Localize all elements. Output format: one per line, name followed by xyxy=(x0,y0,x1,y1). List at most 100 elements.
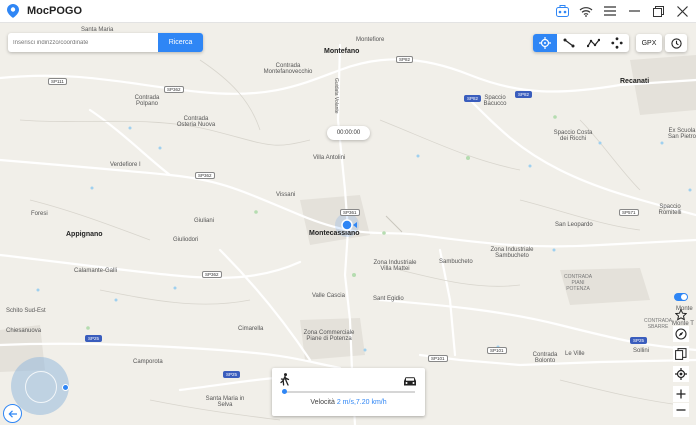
map-place-label: Giuliani xyxy=(194,218,215,224)
search-bar: Ricerca xyxy=(8,33,203,52)
map-place-label: Contrada Bolonto xyxy=(532,352,558,364)
favorite-icon xyxy=(675,309,687,321)
back-button[interactable] xyxy=(3,404,22,423)
map-place-label: Valle Cascia xyxy=(312,293,345,299)
copy-icon xyxy=(675,348,687,360)
toggle-button[interactable] xyxy=(673,291,689,303)
map-place-label: Vissani xyxy=(276,192,296,198)
joystick-icon xyxy=(611,37,623,49)
teleport-icon xyxy=(539,37,551,49)
zoom-in-icon xyxy=(676,389,686,399)
road-shield: SP101 xyxy=(487,347,507,354)
restore-icon[interactable] xyxy=(650,3,666,19)
road-shield: SP362 xyxy=(202,271,222,278)
map-place-label: Le Ville xyxy=(565,351,585,357)
map-place-label: Ex Scuola San Pietro xyxy=(667,128,696,140)
multi-spot-icon xyxy=(586,38,600,48)
joystick-direction-dot[interactable] xyxy=(62,384,69,391)
map-place-label: Spaccio Bacucco xyxy=(483,95,507,107)
two-spot-mode-button[interactable] xyxy=(557,34,581,52)
road-shield: SP25 xyxy=(630,337,648,344)
zoom-out-button[interactable] xyxy=(673,403,689,417)
map-place-label: Spaccio Romitelli xyxy=(658,204,682,216)
compass-button[interactable] xyxy=(673,326,689,342)
mocpogo-logo xyxy=(7,4,19,18)
map-place-label: Cimarella xyxy=(238,326,264,332)
map-place-label: CONTRADA PIANI POTENZA xyxy=(563,274,593,292)
map-place-label: Zona Commerciale Piane di Potenza xyxy=(303,330,355,342)
road-shield: SP111 xyxy=(48,78,67,85)
road-shield: SP82 xyxy=(396,56,414,63)
map-place-label: Contrada Osteria Nuova xyxy=(176,116,216,128)
map-place-label: Sambucheto xyxy=(439,259,473,265)
road-shield: SP362 xyxy=(164,86,184,93)
map-place-label: Zona Industriale Sambucheto xyxy=(490,247,534,259)
mode-toolbar xyxy=(533,34,629,52)
speed-label: Velocità 2 m/s,7.20 km/h xyxy=(272,399,425,406)
map-place-label: Appignano xyxy=(66,231,103,238)
favorite-button[interactable] xyxy=(673,307,689,323)
map-place-label: Montefiore xyxy=(356,37,385,43)
road-shield: SP25 xyxy=(85,335,103,342)
copy-button[interactable] xyxy=(673,346,689,362)
map-place-label: San Leopardo xyxy=(555,222,593,228)
speed-label-text: Velocità xyxy=(310,399,335,406)
map-place-label: Contrada Polpano xyxy=(134,95,160,107)
map-place-label: Chiesanuova xyxy=(6,328,42,334)
map-place-label: Spaccio Costa dei Ricchi xyxy=(553,130,593,142)
map-place-label: CONTRADA SBARRE xyxy=(643,318,673,330)
map-place-label: Recanati xyxy=(620,78,650,85)
clock-icon xyxy=(670,37,682,49)
map-place-label: Sant Egidio xyxy=(373,296,404,302)
map-place-label: Foresi xyxy=(31,211,48,217)
app-title: MocPOGO xyxy=(27,5,83,17)
gpx-button[interactable]: GPX xyxy=(636,34,662,52)
speed-panel: Velocità 2 m/s,7.20 km/h xyxy=(272,368,425,416)
route-timer: 00:00:00 xyxy=(327,126,370,140)
speed-slider-handle[interactable] xyxy=(282,389,288,394)
search-input[interactable] xyxy=(8,33,159,52)
speed-slider-track[interactable] xyxy=(282,391,415,393)
teleport-mode-button[interactable] xyxy=(533,34,557,52)
road-shield: SP571 xyxy=(619,209,639,216)
map-place-label: Santa Maria in Selva xyxy=(205,396,245,408)
toolbox-icon[interactable] xyxy=(554,3,570,19)
map-place-label: Sollini xyxy=(633,348,650,354)
road-shield: SP361 xyxy=(340,209,360,216)
joystick-mode-button[interactable] xyxy=(605,34,629,52)
speed-value: 2 m/s,7.20 km/h xyxy=(336,399,387,406)
map-place-label: Verdefiore I xyxy=(110,162,141,168)
two-spot-icon xyxy=(563,38,575,48)
compass-icon xyxy=(675,328,687,340)
map-place-label: Villa Antolini xyxy=(313,155,346,161)
road-shield: SP25 xyxy=(223,371,241,378)
map-place-label: Camporota xyxy=(133,359,163,365)
car-icon[interactable] xyxy=(403,374,417,392)
map-place-label: Calamante-Galli xyxy=(74,268,118,274)
search-button[interactable]: Ricerca xyxy=(158,33,203,52)
current-location-marker[interactable] xyxy=(340,218,357,232)
zoom-out-icon xyxy=(676,409,686,411)
map-place-label: Montefano xyxy=(324,48,360,55)
map-place-label: Schito Sud-Est xyxy=(6,308,46,314)
map-place-label: Zona Industriale Villa Mattei xyxy=(373,260,417,272)
map-place-label: Contrada Montefanovecchio xyxy=(263,63,313,75)
menu-icon[interactable] xyxy=(602,3,618,19)
toggle-icon xyxy=(674,293,688,301)
locate-icon xyxy=(675,368,687,380)
zoom-in-button[interactable] xyxy=(673,386,689,402)
joystick-ring xyxy=(25,371,57,403)
map-place-label: Guidata Volante xyxy=(333,78,339,114)
road-shield: SP82 xyxy=(464,95,482,102)
road-shield: SP82 xyxy=(515,91,533,98)
map-place-label: Giuliodori xyxy=(173,237,199,243)
locate-button[interactable] xyxy=(673,366,689,382)
history-button[interactable] xyxy=(665,34,687,52)
multi-spot-mode-button[interactable] xyxy=(581,34,605,52)
road-shield: SP101 xyxy=(428,355,448,362)
minimize-icon[interactable] xyxy=(626,3,642,19)
road-shield: SP362 xyxy=(195,172,215,179)
arrow-left-icon xyxy=(7,409,17,418)
wifi-icon[interactable] xyxy=(578,3,594,19)
close-icon[interactable] xyxy=(674,3,690,19)
